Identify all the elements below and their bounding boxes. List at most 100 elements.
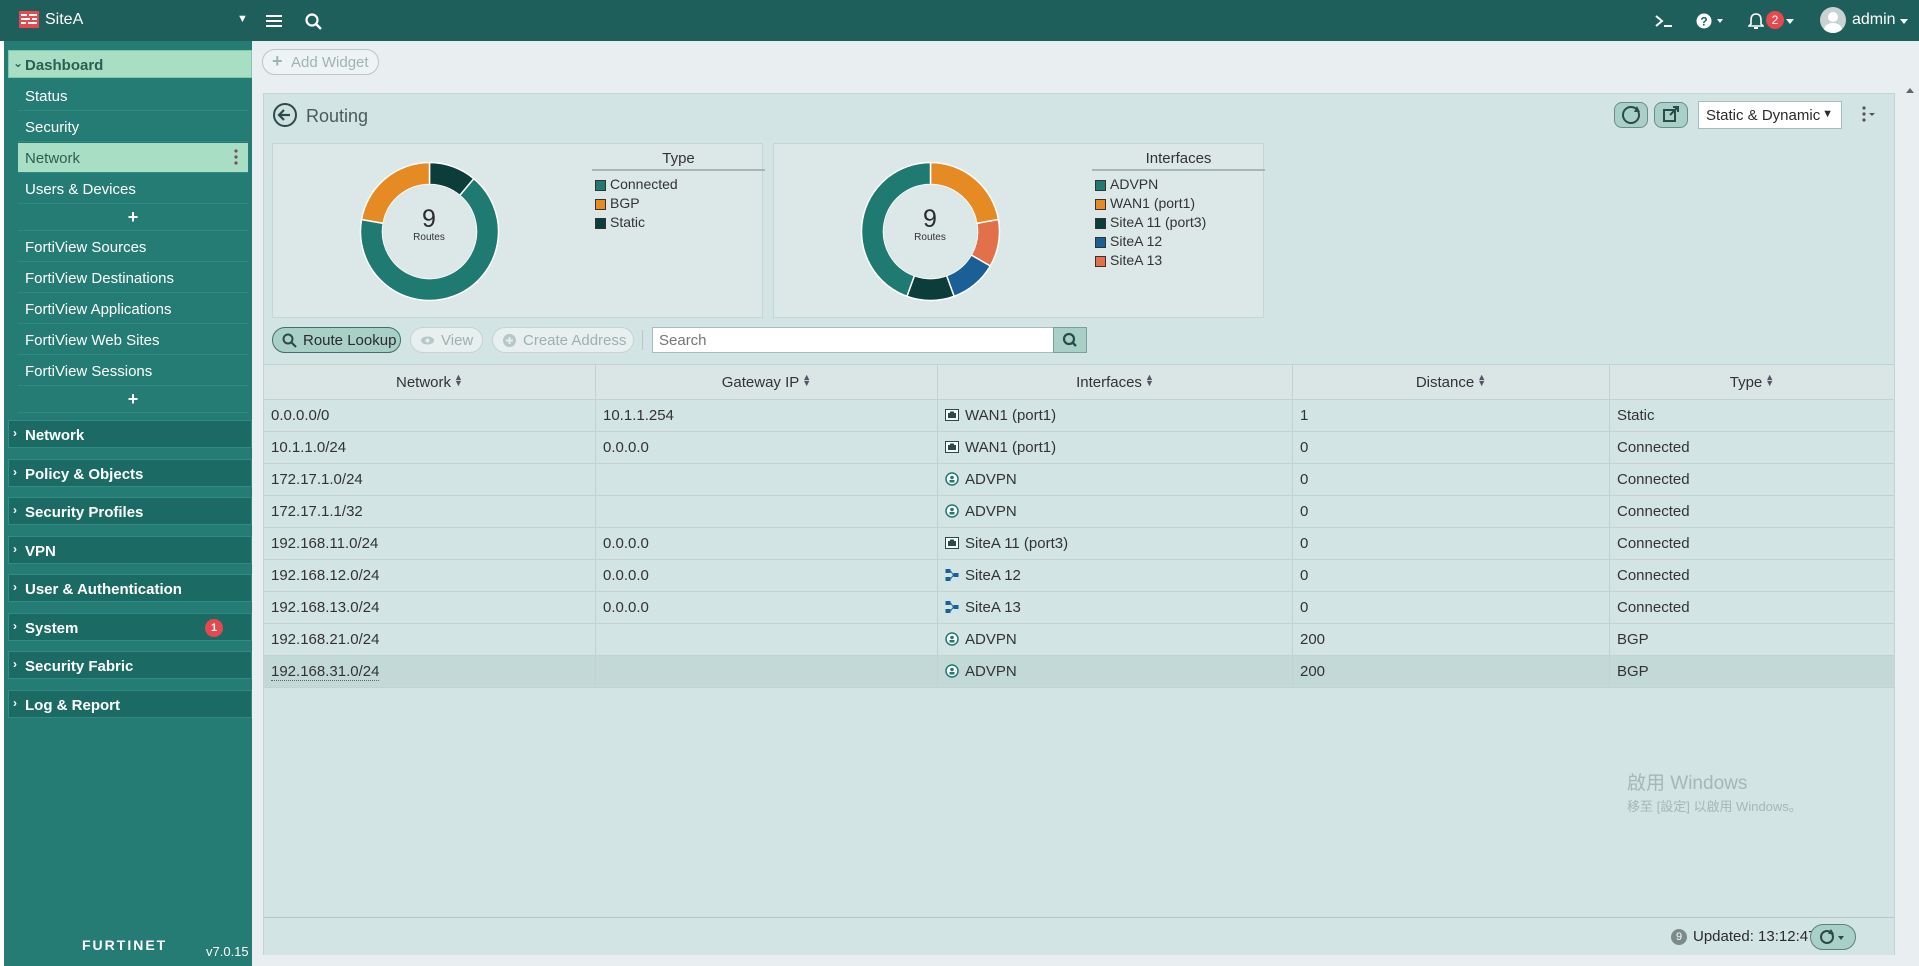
table-row[interactable]: 10.1.1.0/24 0.0.0.0 WAN1 (port1) 0 Connected [264,432,1894,464]
table-row[interactable]: 0.0.0.0/0 10.1.1.254 WAN1 (port1) 1 Static [264,400,1894,432]
chevron-down-icon: ⌄ [13,56,24,70]
route-filter-select[interactable]: Static & Dynamic ▼ [1698,101,1842,129]
cell-text: SiteA 13 [965,599,1021,616]
cell-text: 0 [1300,567,1309,584]
notifications-bell-icon[interactable] [1744,9,1768,33]
cell-text: BGP [1617,631,1649,648]
sidebar-section-policy-objects[interactable]: › Policy & Objects [8,459,252,487]
widget-header: Routing Static & Dynamic ▼ [264,94,1894,136]
help-icon[interactable]: ? [1693,9,1729,33]
cell-text: 10.1.1.254 [603,407,674,424]
user-dropdown-icon[interactable] [1898,9,1910,33]
view-button[interactable]: View [410,327,483,353]
sidebar-item-users-devices[interactable]: Users & Devices [18,174,248,204]
legend-item-advpn[interactable]: ADVPN [1092,176,1265,195]
menu-icon[interactable] [262,9,286,33]
chevron-right-icon: › [13,465,17,479]
table-row[interactable]: 192.168.12.0/24 0.0.0.0 SiteA 12 0 Connected [264,560,1894,592]
notification-count-badge: 2 [1766,11,1784,29]
more-options-icon[interactable] [234,149,238,165]
route-lookup-button[interactable]: Route Lookup [272,327,401,353]
search-input[interactable] [652,327,1054,353]
cell-text: Connected [1617,567,1690,584]
legend-item-connected[interactable]: Connected [592,176,765,195]
sidebar-item-status[interactable]: Status [18,81,248,111]
user-avatar-icon[interactable] [1820,7,1846,33]
sidebar-section-label: Network [25,427,85,444]
vpn-icon [945,632,959,646]
table-row[interactable]: 172.17.1.0/24 ADVPN 0 Connected [264,464,1894,496]
column-header-network[interactable]: Network ▲ ▼ [264,365,596,399]
sidebar-item-label: FortiView Destinations [25,270,174,287]
sidebar-item-security[interactable]: Security [18,112,248,142]
notifications-dropdown-icon[interactable] [1784,9,1796,33]
search-icon[interactable] [301,9,325,33]
column-header-distance[interactable]: Distance ▲ ▼ [1293,365,1610,399]
page-scrollbar[interactable] [1905,87,1915,966]
cell-iface: ADVPN [938,496,1293,527]
cell-iface: WAN1 (port1) [938,400,1293,431]
table-row[interactable]: 192.168.21.0/24 ADVPN 200 BGP [264,624,1894,656]
sidebar-section-network[interactable]: › Network [8,420,252,448]
eye-icon [421,336,434,345]
sidebar-section-log-report[interactable]: › Log & Report [8,690,252,718]
column-header-label: Network [395,374,451,391]
sidebar-item-fortiview-destinations[interactable]: FortiView Destinations [18,263,248,293]
legend-item-wan1[interactable]: WAN1 (port1) [1092,195,1265,214]
widget-options-icon[interactable] [1859,104,1879,124]
type-donut-center: 9 Routes [389,206,469,243]
legend-item-bgp[interactable]: BGP [592,195,765,214]
sidebar-section-system[interactable]: › System 1 [8,613,252,641]
legend-item-sitea-13[interactable]: SiteA 13 [1092,252,1265,271]
route-lookup-label: Route Lookup [303,332,397,349]
sidebar-item-fortiview-sources[interactable]: FortiView Sources [18,232,248,262]
table-row[interactable]: 192.168.31.0/24 ADVPN 200 BGP [264,656,1894,688]
sidebar-section-dashboard[interactable]: ⌄ Dashboard [8,50,252,78]
sidebar-item-network-dashboard[interactable]: Network [18,143,248,173]
legend-item-sitea-12[interactable]: SiteA 12 [1092,233,1265,252]
cli-console-icon[interactable] [1652,9,1676,33]
legend-label: ADVPN [1110,176,1159,192]
cell-text: Connected [1617,439,1690,456]
sidebar-section-security-profiles[interactable]: › Security Profiles [8,497,252,525]
column-header-type[interactable]: Type ▲ ▼ [1610,365,1894,399]
cell-gateway [596,624,938,655]
search-button[interactable] [1053,327,1087,353]
table-row[interactable]: 192.168.13.0/24 0.0.0.0 SiteA 13 0 Connected [264,592,1894,624]
refresh-button[interactable] [1614,102,1648,128]
column-header-gateway-ip[interactable]: Gateway IP ▲ ▼ [596,365,938,399]
cell-type: Connected [1610,496,1894,527]
cell-text: 192.168.21.0/24 [271,631,380,648]
back-arrow-icon[interactable] [273,103,297,127]
sidebar-item-fortiview-web-sites[interactable]: FortiView Web Sites [18,325,248,355]
site-name[interactable]: SiteA [45,11,83,29]
site-dropdown-icon[interactable]: ▼ [237,13,248,25]
cell-gateway: 0.0.0.0 [596,560,938,591]
sidebar-section-security-fabric[interactable]: › Security Fabric [8,651,252,679]
table-row[interactable]: 192.168.11.0/24 0.0.0.0 SiteA 11 (port3) 0 C… [264,528,1894,560]
open-external-button[interactable] [1654,102,1688,128]
table-row[interactable]: 172.17.1.1/32 ADVPN 0 Connected [264,496,1894,528]
sidebar-section-vpn[interactable]: › VPN [8,536,252,564]
add-fortiview-button[interactable]: + [18,387,248,413]
auto-refresh-button[interactable] [1810,924,1856,950]
legend-swatch [1095,237,1106,248]
cell-network: 192.168.11.0/24 [264,528,596,559]
user-menu[interactable]: admin [1852,11,1896,29]
legend-item-sitea-11[interactable]: SiteA 11 (port3) [1092,214,1265,233]
cell-network: 192.168.12.0/24 [264,560,596,591]
add-widget-button[interactable]: + Add Widget [262,49,379,75]
create-address-button[interactable]: Create Address [492,327,634,353]
add-dashboard-button[interactable]: + [18,205,248,231]
sidebar-section-label: Security Profiles [25,504,144,521]
firmware-version: v7.0.15 [206,944,249,959]
sidebar-item-fortiview-applications[interactable]: FortiView Applications [18,294,248,324]
cell-iface: SiteA 12 [938,560,1293,591]
column-header-interfaces[interactable]: Interfaces ▲ ▼ [938,365,1293,399]
cell-network: 192.168.21.0/24 [264,624,596,655]
sidebar-item-fortiview-sessions[interactable]: FortiView Sessions [18,356,248,386]
sidebar-section-user-authentication[interactable]: › User & Authentication [8,574,252,602]
view-label: View [441,332,474,349]
donut-slice-sitea-11[interactable] [905,274,956,302]
legend-item-static[interactable]: Static [592,214,765,233]
